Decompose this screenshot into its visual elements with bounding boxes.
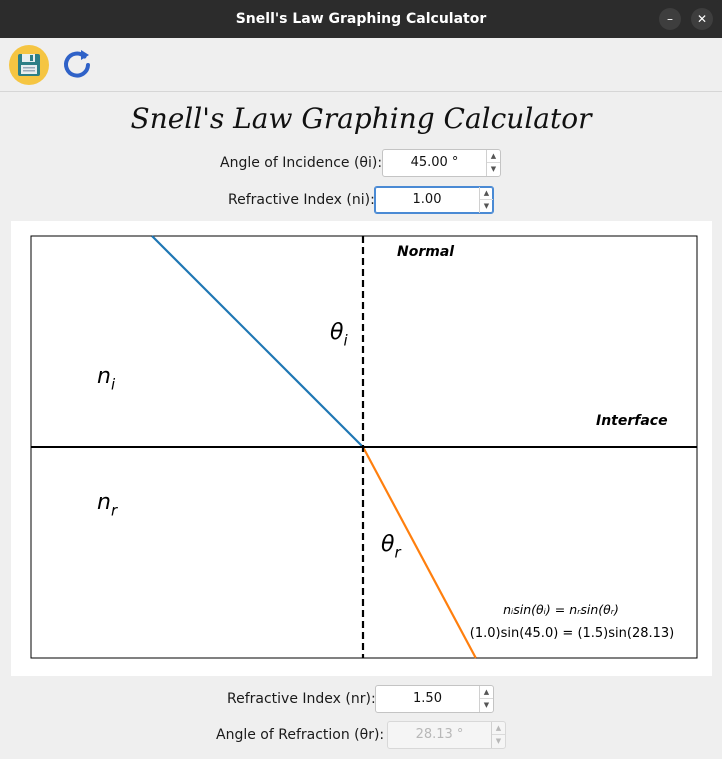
floppy-disk-save-icon <box>9 45 49 85</box>
main-content: Snell's Law Graphing Calculator Angle of… <box>0 38 722 759</box>
refractive-index-r-row: Refractive Index (nr): 1.50 ▲ ▼ <box>0 685 722 713</box>
refractive-index-r-value[interactable]: 1.50 <box>376 686 479 712</box>
spin-down-icon: ▼ <box>495 737 502 745</box>
toolbar <box>0 38 722 92</box>
page-title: Snell's Law Graphing Calculator <box>130 102 592 135</box>
n-r-label: nr <box>97 490 118 520</box>
angle-incidence-row: Angle of Incidence (θi): 45.00 ° ▲ ▼ <box>0 149 722 177</box>
n-i-label: ni <box>97 364 116 394</box>
save-button[interactable] <box>9 45 49 85</box>
equation-line-2: (1.0)sin(45.0) = (1.5)sin(28.13) <box>470 626 675 641</box>
spin-up-icon[interactable]: ▲ <box>487 150 500 163</box>
angle-refraction-spinbox: 28.13 ° ▲ ▼ <box>387 721 506 749</box>
spin-up-icon: ▲ <box>492 722 505 735</box>
interface-label: Interface <box>596 413 668 429</box>
angle-refraction-value: 28.13 ° <box>415 727 464 742</box>
refractive-index-i-spinbox[interactable]: 1.00 ▲ ▼ <box>374 186 494 214</box>
plot-svg: Normal Interface ni nr θi θr nᵢsin(θᵢ) = nᵣsin… <box>30 235 698 659</box>
reset-button[interactable] <box>58 45 98 85</box>
snell-law-plot: Normal Interface ni nr θi θr nᵢsin(θᵢ) = nᵣsin… <box>11 221 712 676</box>
equation-line-1: nᵢsin(θᵢ) = nᵣsin(θᵣ) <box>503 602 619 617</box>
refractive-index-i-label: Refractive Index (ni): <box>228 192 375 208</box>
minimize-button[interactable]: – <box>659 8 681 30</box>
angle-incidence-spinbox[interactable]: 45.00 ° ▲ ▼ <box>382 149 501 177</box>
window-title: Snell's Law Graphing Calculator <box>235 11 487 27</box>
spin-down-icon[interactable]: ▼ <box>480 699 493 712</box>
angle-refraction-label: Angle of Refraction (θr): <box>216 727 385 743</box>
refractive-index-i-value[interactable]: 1.00 <box>375 187 479 213</box>
angle-incidence-label: Angle of Incidence (θi): <box>220 155 383 171</box>
theta-r-label: θr <box>381 532 401 562</box>
spin-up-icon[interactable]: ▲ <box>480 187 493 200</box>
refracted-ray <box>362 446 477 659</box>
angle-incidence-value[interactable]: 45.00 ° <box>383 150 486 176</box>
close-button[interactable]: ✕ <box>691 8 713 30</box>
spin-down-icon[interactable]: ▼ <box>480 200 493 213</box>
spin-down-icon[interactable]: ▼ <box>487 163 500 176</box>
refractive-index-i-row: Refractive Index (ni): 1.00 ▲ ▼ <box>0 186 722 214</box>
spin-up-icon[interactable]: ▲ <box>480 686 493 699</box>
refresh-reset-icon <box>64 50 90 78</box>
refractive-index-r-label: Refractive Index (nr): <box>227 691 376 707</box>
angle-refraction-row: Angle of Refraction (θr): 28.13 ° ▲ ▼ <box>0 721 722 749</box>
theta-i-label: θi <box>330 320 348 350</box>
normal-label: Normal <box>397 244 454 260</box>
title-bar[interactable]: Snell's Law Graphing Calculator – ✕ <box>0 0 722 38</box>
refractive-index-r-spinbox[interactable]: 1.50 ▲ ▼ <box>375 685 494 713</box>
